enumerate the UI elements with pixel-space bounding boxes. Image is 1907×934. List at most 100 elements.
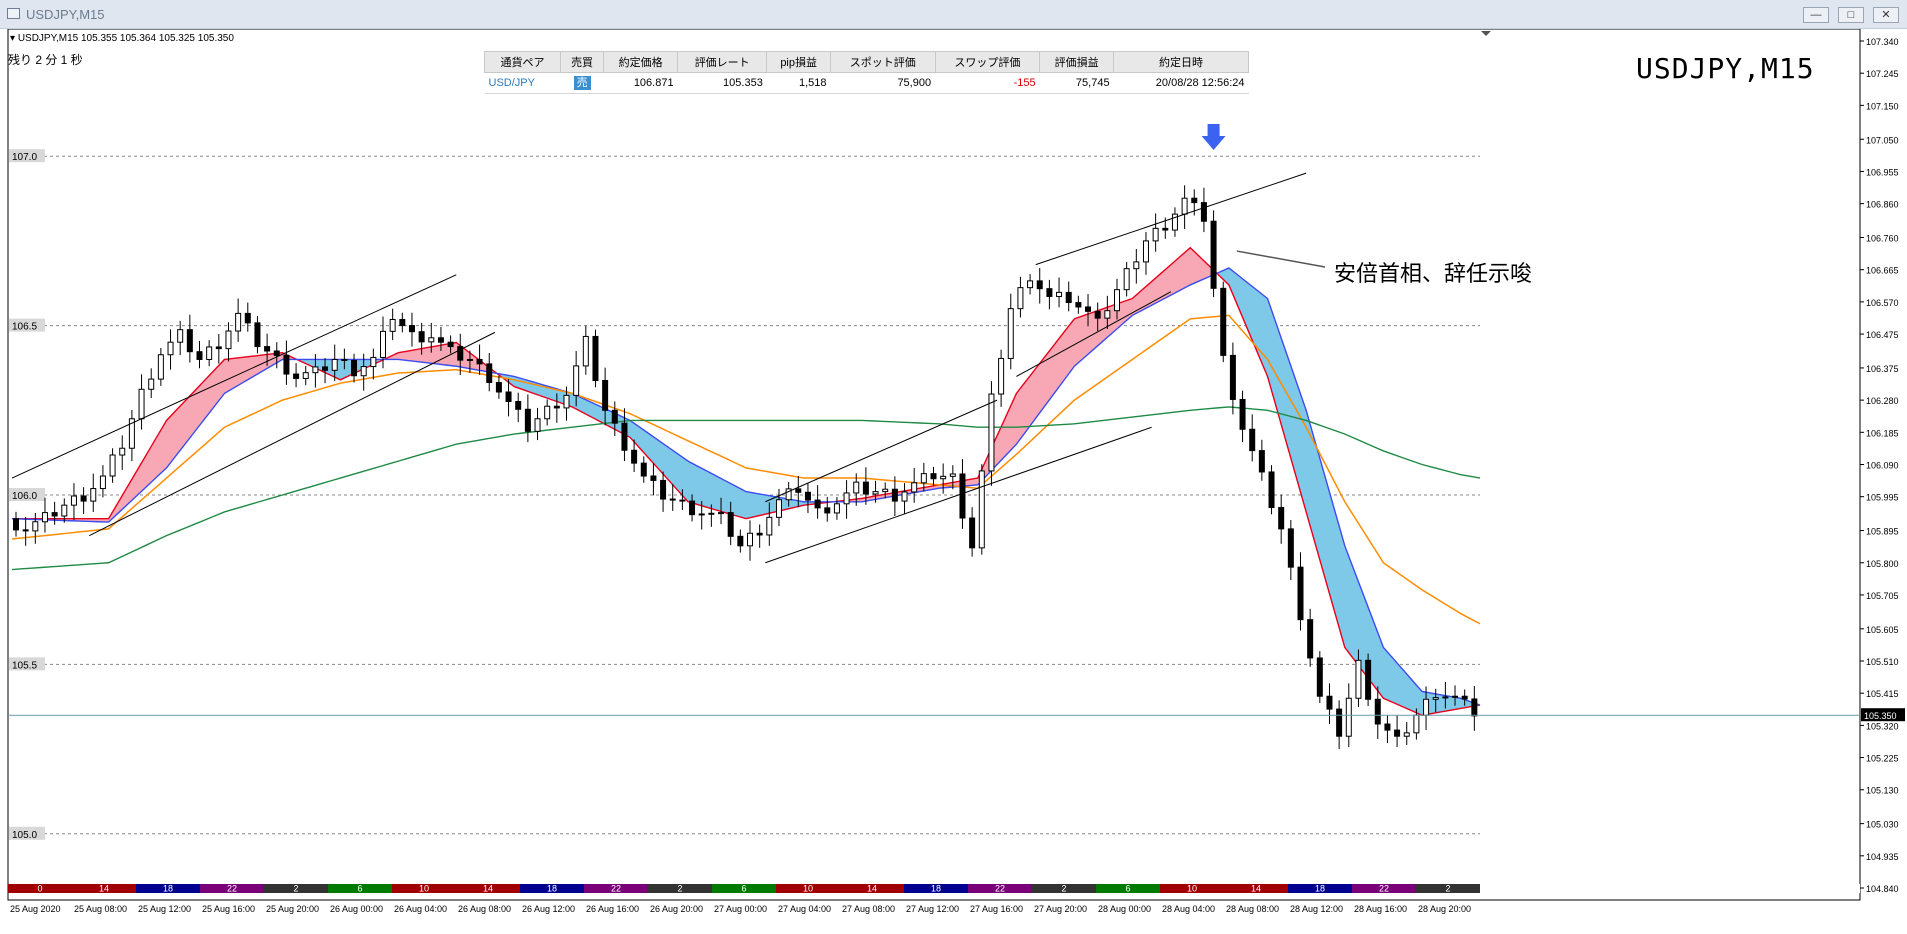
column-header[interactable]: スポット評価 [830,51,936,73]
candle-body [1065,291,1072,304]
candle-body [1056,291,1063,297]
candle-body [167,341,174,356]
ma-cloud-segment [340,359,351,381]
ma-cloud-segment [716,475,727,514]
candle-body [795,488,802,493]
symbol-header: ▾ USDJPY,M15 105.355 105.364 105.325 105… [10,33,234,44]
column-header[interactable]: 約定価格 [603,51,679,73]
candle-body [582,335,589,367]
candle-body [341,358,348,361]
minimize-button[interactable]: — [1803,7,1829,23]
window-title: USDJPY,M15 [26,7,105,22]
candle-body [1268,471,1275,509]
candle-body [206,346,213,360]
column-header[interactable]: pip損益 [766,51,832,73]
x-tick-label: 25 Aug 08:00 [74,904,127,914]
candle-body [1355,659,1362,699]
trend-channel-line[interactable] [89,331,496,537]
session-label: 14 [867,884,877,894]
x-tick-label: 28 Aug 12:00 [1290,904,1343,914]
y-tick-label: 106.665 [1866,266,1899,276]
close-button[interactable]: ✕ [1873,7,1899,23]
candle-body [920,473,927,484]
position-row[interactable]: USD/JPY 売 106.871 105.353 1,518 75,900 -… [484,72,1249,94]
candle-body [1461,695,1468,700]
x-tick-label: 28 Aug 04:00 [1162,904,1215,914]
session-empty [1480,884,1860,893]
y-tick-label: 105.895 [1866,527,1899,537]
trend-channel-line[interactable] [1016,291,1172,377]
candle-body [80,495,87,502]
cell-entry: 106.871 [603,72,678,94]
candle-body [891,488,898,502]
candle-body [1249,428,1256,452]
candle-body [1104,310,1111,319]
column-header[interactable]: スワップ評価 [934,51,1041,73]
bar-remaining-time: 残り 2 分 1 秒 [8,53,83,67]
cell-swap: -155 [935,72,1040,94]
column-header[interactable]: 約定日時 [1113,51,1249,73]
dropdown-triangle-icon[interactable]: ▾ [10,33,15,44]
y-tick-label: 104.935 [1866,852,1899,862]
x-tick-label: 28 Aug 08:00 [1226,904,1279,914]
scroll-marker-icon[interactable] [1481,31,1491,36]
y-tick-label: 105.415 [1866,689,1899,699]
candle-body [833,503,840,514]
candle-body [911,482,918,493]
price-chart[interactable]: 107.0 106.5 106.0 105.5 105.0 107.340 107.245 1… [0,29,1907,934]
candle-body [1384,723,1391,731]
column-header[interactable]: 通貨ペア [484,51,561,73]
session-label: 10 [1187,884,1197,894]
candle-body [1326,695,1333,710]
session-label: 18 [163,884,173,894]
candle-body [669,498,676,501]
cell-pnl: 75,745 [1039,72,1114,94]
candle-body [592,335,599,381]
trend-channel-line[interactable] [1035,172,1307,266]
session-label: 6 [357,884,362,894]
candle-body [322,366,329,371]
column-header[interactable]: 売買 [559,51,605,73]
candle-body [148,378,155,390]
level-label: 105.0 [12,830,37,841]
candle-body [1413,714,1420,734]
x-tick-label: 26 Aug 00:00 [330,904,383,914]
column-header[interactable]: 評価レート [677,51,768,73]
chart-window-icon [7,8,20,19]
candle-body [727,512,734,537]
session-label: 10 [803,884,813,894]
x-tick-label: 28 Aug 20:00 [1418,904,1471,914]
candle-body [1075,302,1082,308]
trend-channel-line[interactable] [11,274,457,479]
cell-spot: 75,900 [830,72,936,94]
candle-body [737,535,744,547]
annotation-text: 安倍首相、辞任示唆 [1334,261,1533,286]
symbol-quote: USDJPY,M15 105.355 105.364 105.325 105.3… [17,33,234,44]
candle-body [515,400,522,410]
candle-body [22,529,29,532]
x-tick-label: 26 Aug 16:00 [586,904,639,914]
trend-channel-line[interactable] [765,426,1152,564]
candle-body [138,388,145,420]
candle-body [447,341,454,348]
ma-cloud-segment [1025,367,1036,432]
maximize-button[interactable]: □ [1838,7,1864,23]
ma-cloud-segment [996,414,1008,466]
session-label: 18 [931,884,941,894]
ma-cloud-segment [707,470,718,511]
candle-body [13,518,19,531]
ma-cloud-segment [1334,511,1346,648]
ma-cloud-segment [1383,646,1394,703]
candle-body [843,492,850,505]
x-tick-label: 27 Aug 00:00 [714,904,767,914]
column-header[interactable]: 評価損益 [1039,51,1115,73]
candle-body [708,512,715,515]
session-label: 2 [293,884,298,894]
session-label: 6 [741,884,746,894]
candle-body [901,491,908,502]
ma-cloud-segment [697,465,708,508]
candle-body [756,532,763,536]
candle-body [360,366,367,377]
positions-header-row: 通貨ペア 売買 約定価格 評価レート pip損益 スポット評価 スワップ評価 評価損益 約定日時 [484,51,1249,73]
candle-body [273,350,280,356]
